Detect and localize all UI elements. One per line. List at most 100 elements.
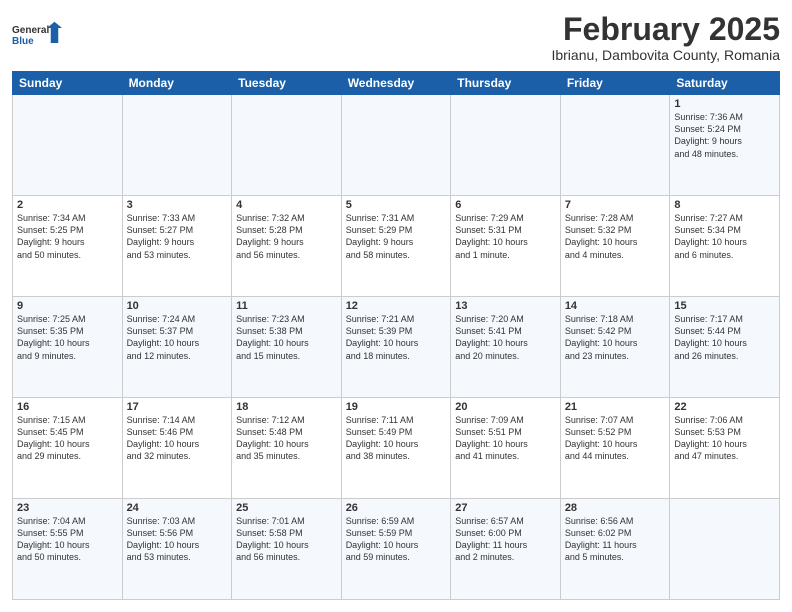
day-detail: Sunrise: 7:17 AM Sunset: 5:44 PM Dayligh… (674, 313, 775, 362)
day-detail: Sunrise: 7:21 AM Sunset: 5:39 PM Dayligh… (346, 313, 447, 362)
day-number: 26 (346, 502, 447, 514)
calendar-cell: 13Sunrise: 7:20 AM Sunset: 5:41 PM Dayli… (451, 297, 561, 398)
calendar-cell (670, 499, 780, 600)
calendar-cell: 10Sunrise: 7:24 AM Sunset: 5:37 PM Dayli… (122, 297, 232, 398)
day-detail: Sunrise: 7:04 AM Sunset: 5:55 PM Dayligh… (17, 515, 118, 564)
day-detail: Sunrise: 7:34 AM Sunset: 5:25 PM Dayligh… (17, 212, 118, 261)
day-number: 27 (455, 502, 556, 514)
day-number: 25 (236, 502, 337, 514)
day-number: 19 (346, 401, 447, 413)
title-block: February 2025 Ibrianu, Dambovita County,… (551, 12, 780, 63)
calendar-weekday-wednesday: Wednesday (341, 72, 451, 95)
calendar-cell (560, 95, 670, 196)
calendar-week-3: 9Sunrise: 7:25 AM Sunset: 5:35 PM Daylig… (13, 297, 780, 398)
page: General Blue February 2025 Ibrianu, Damb… (0, 0, 792, 612)
day-number: 16 (17, 401, 118, 413)
day-detail: Sunrise: 7:28 AM Sunset: 5:32 PM Dayligh… (565, 212, 666, 261)
day-number: 15 (674, 300, 775, 312)
calendar-cell: 18Sunrise: 7:12 AM Sunset: 5:48 PM Dayli… (232, 398, 342, 499)
day-detail: Sunrise: 7:23 AM Sunset: 5:38 PM Dayligh… (236, 313, 337, 362)
calendar-cell: 6Sunrise: 7:29 AM Sunset: 5:31 PM Daylig… (451, 196, 561, 297)
day-detail: Sunrise: 7:15 AM Sunset: 5:45 PM Dayligh… (17, 414, 118, 463)
calendar-cell (122, 95, 232, 196)
day-number: 28 (565, 502, 666, 514)
day-detail: Sunrise: 7:25 AM Sunset: 5:35 PM Dayligh… (17, 313, 118, 362)
day-detail: Sunrise: 7:31 AM Sunset: 5:29 PM Dayligh… (346, 212, 447, 261)
day-detail: Sunrise: 7:06 AM Sunset: 5:53 PM Dayligh… (674, 414, 775, 463)
day-number: 24 (127, 502, 228, 514)
calendar-week-5: 23Sunrise: 7:04 AM Sunset: 5:55 PM Dayli… (13, 499, 780, 600)
day-detail: Sunrise: 7:27 AM Sunset: 5:34 PM Dayligh… (674, 212, 775, 261)
day-number: 13 (455, 300, 556, 312)
day-number: 22 (674, 401, 775, 413)
day-detail: Sunrise: 7:20 AM Sunset: 5:41 PM Dayligh… (455, 313, 556, 362)
day-number: 5 (346, 199, 447, 211)
day-number: 7 (565, 199, 666, 211)
calendar-cell (13, 95, 123, 196)
day-detail: Sunrise: 7:01 AM Sunset: 5:58 PM Dayligh… (236, 515, 337, 564)
calendar-weekday-saturday: Saturday (670, 72, 780, 95)
calendar-cell: 5Sunrise: 7:31 AM Sunset: 5:29 PM Daylig… (341, 196, 451, 297)
day-number: 12 (346, 300, 447, 312)
calendar-cell: 12Sunrise: 7:21 AM Sunset: 5:39 PM Dayli… (341, 297, 451, 398)
day-number: 23 (17, 502, 118, 514)
calendar-cell: 7Sunrise: 7:28 AM Sunset: 5:32 PM Daylig… (560, 196, 670, 297)
calendar-cell (451, 95, 561, 196)
day-detail: Sunrise: 7:33 AM Sunset: 5:27 PM Dayligh… (127, 212, 228, 261)
location: Ibrianu, Dambovita County, Romania (551, 47, 780, 63)
day-detail: Sunrise: 7:36 AM Sunset: 5:24 PM Dayligh… (674, 111, 775, 160)
calendar-weekday-sunday: Sunday (13, 72, 123, 95)
calendar-cell: 2Sunrise: 7:34 AM Sunset: 5:25 PM Daylig… (13, 196, 123, 297)
month-year: February 2025 (551, 12, 780, 47)
day-number: 6 (455, 199, 556, 211)
day-detail: Sunrise: 7:12 AM Sunset: 5:48 PM Dayligh… (236, 414, 337, 463)
calendar-weekday-monday: Monday (122, 72, 232, 95)
calendar-cell: 20Sunrise: 7:09 AM Sunset: 5:51 PM Dayli… (451, 398, 561, 499)
calendar-cell: 3Sunrise: 7:33 AM Sunset: 5:27 PM Daylig… (122, 196, 232, 297)
calendar-cell (232, 95, 342, 196)
logo: General Blue (12, 12, 62, 57)
day-detail: Sunrise: 6:57 AM Sunset: 6:00 PM Dayligh… (455, 515, 556, 564)
calendar-cell: 11Sunrise: 7:23 AM Sunset: 5:38 PM Dayli… (232, 297, 342, 398)
calendar-cell: 15Sunrise: 7:17 AM Sunset: 5:44 PM Dayli… (670, 297, 780, 398)
calendar-cell: 28Sunrise: 6:56 AM Sunset: 6:02 PM Dayli… (560, 499, 670, 600)
calendar-weekday-friday: Friday (560, 72, 670, 95)
day-detail: Sunrise: 7:24 AM Sunset: 5:37 PM Dayligh… (127, 313, 228, 362)
day-number: 9 (17, 300, 118, 312)
day-detail: Sunrise: 7:03 AM Sunset: 5:56 PM Dayligh… (127, 515, 228, 564)
day-number: 3 (127, 199, 228, 211)
calendar-cell: 16Sunrise: 7:15 AM Sunset: 5:45 PM Dayli… (13, 398, 123, 499)
calendar-week-1: 1Sunrise: 7:36 AM Sunset: 5:24 PM Daylig… (13, 95, 780, 196)
calendar-cell: 21Sunrise: 7:07 AM Sunset: 5:52 PM Dayli… (560, 398, 670, 499)
calendar-weekday-thursday: Thursday (451, 72, 561, 95)
calendar-cell (341, 95, 451, 196)
day-detail: Sunrise: 7:07 AM Sunset: 5:52 PM Dayligh… (565, 414, 666, 463)
calendar-weekday-tuesday: Tuesday (232, 72, 342, 95)
header: General Blue February 2025 Ibrianu, Damb… (12, 12, 780, 63)
calendar-cell: 1Sunrise: 7:36 AM Sunset: 5:24 PM Daylig… (670, 95, 780, 196)
day-detail: Sunrise: 7:11 AM Sunset: 5:49 PM Dayligh… (346, 414, 447, 463)
day-number: 2 (17, 199, 118, 211)
calendar-table: SundayMondayTuesdayWednesdayThursdayFrid… (12, 71, 780, 600)
day-detail: Sunrise: 7:29 AM Sunset: 5:31 PM Dayligh… (455, 212, 556, 261)
calendar-header-row: SundayMondayTuesdayWednesdayThursdayFrid… (13, 72, 780, 95)
calendar-cell: 23Sunrise: 7:04 AM Sunset: 5:55 PM Dayli… (13, 499, 123, 600)
day-number: 11 (236, 300, 337, 312)
calendar-cell: 19Sunrise: 7:11 AM Sunset: 5:49 PM Dayli… (341, 398, 451, 499)
day-number: 21 (565, 401, 666, 413)
calendar-cell: 14Sunrise: 7:18 AM Sunset: 5:42 PM Dayli… (560, 297, 670, 398)
calendar-week-4: 16Sunrise: 7:15 AM Sunset: 5:45 PM Dayli… (13, 398, 780, 499)
calendar-cell: 4Sunrise: 7:32 AM Sunset: 5:28 PM Daylig… (232, 196, 342, 297)
day-detail: Sunrise: 7:09 AM Sunset: 5:51 PM Dayligh… (455, 414, 556, 463)
day-detail: Sunrise: 7:32 AM Sunset: 5:28 PM Dayligh… (236, 212, 337, 261)
calendar-cell: 27Sunrise: 6:57 AM Sunset: 6:00 PM Dayli… (451, 499, 561, 600)
day-number: 4 (236, 199, 337, 211)
day-detail: Sunrise: 6:59 AM Sunset: 5:59 PM Dayligh… (346, 515, 447, 564)
day-number: 18 (236, 401, 337, 413)
calendar-week-2: 2Sunrise: 7:34 AM Sunset: 5:25 PM Daylig… (13, 196, 780, 297)
day-number: 20 (455, 401, 556, 413)
calendar-cell: 22Sunrise: 7:06 AM Sunset: 5:53 PM Dayli… (670, 398, 780, 499)
calendar-cell: 25Sunrise: 7:01 AM Sunset: 5:58 PM Dayli… (232, 499, 342, 600)
day-detail: Sunrise: 7:14 AM Sunset: 5:46 PM Dayligh… (127, 414, 228, 463)
svg-text:Blue: Blue (12, 36, 34, 47)
